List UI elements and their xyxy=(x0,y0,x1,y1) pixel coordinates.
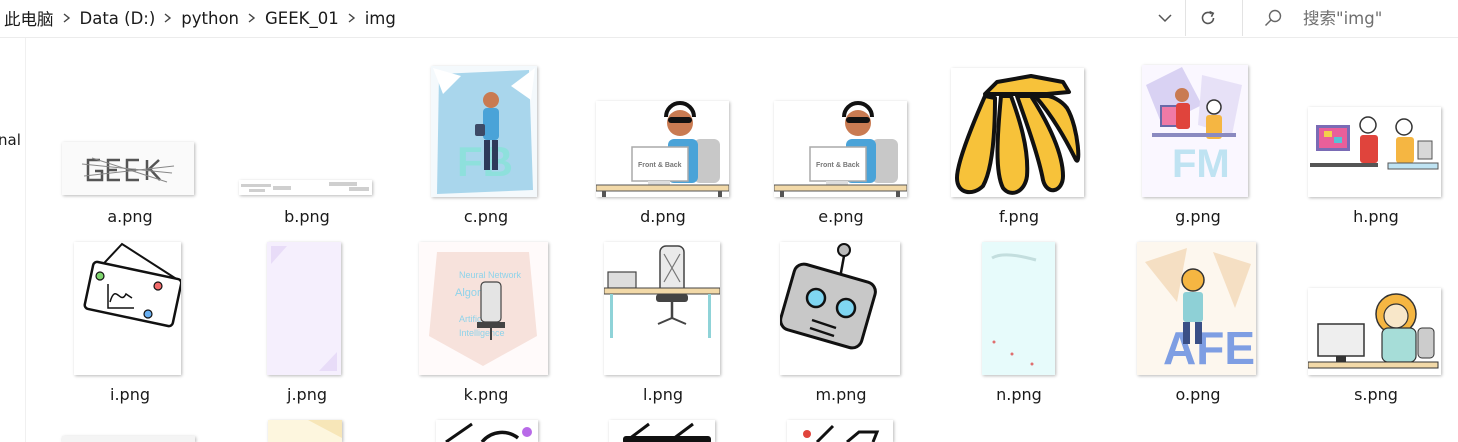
search-input[interactable] xyxy=(1303,8,1453,28)
thumbnail-caption: Front & Back xyxy=(816,162,860,169)
file-thumbnail xyxy=(74,242,181,375)
file-thumbnail-partial[interactable] xyxy=(268,420,342,442)
file-name: b.png xyxy=(284,207,330,226)
divider xyxy=(0,37,1458,38)
file-name: n.png xyxy=(996,385,1042,404)
file-name: j.png xyxy=(287,385,327,404)
file-thumbnail: Front & Back xyxy=(596,101,729,197)
file-thumbnail xyxy=(1308,107,1441,197)
file-item-f[interactable]: f.png xyxy=(930,56,1108,232)
svg-text:AFE: AFE xyxy=(1163,322,1255,374)
history-dropdown-button[interactable] xyxy=(1147,0,1183,36)
file-thumbnail-partial[interactable] xyxy=(609,420,715,442)
file-thumbnail xyxy=(982,242,1055,375)
file-thumbnail-partial[interactable] xyxy=(436,420,538,442)
file-item-e[interactable]: Front & Back e.png xyxy=(752,56,930,232)
file-thumbnail xyxy=(267,242,341,375)
file-name: i.png xyxy=(110,385,150,404)
file-name: g.png xyxy=(1175,207,1221,226)
file-thumbnail: FM xyxy=(1142,65,1248,197)
file-thumbnail xyxy=(951,68,1084,197)
file-name: s.png xyxy=(1354,385,1398,404)
chevron-right-icon[interactable] xyxy=(155,3,181,33)
chevron-right-icon[interactable] xyxy=(339,3,365,33)
file-name: a.png xyxy=(107,207,153,226)
file-name: o.png xyxy=(1175,385,1221,404)
file-item-j[interactable]: j.png xyxy=(218,234,396,410)
svg-text:FM: FM xyxy=(1172,142,1230,186)
file-name: k.png xyxy=(463,385,509,404)
file-explorer-window: 此电脑 Data (D:) python GEEK_01 img nal a.p… xyxy=(0,0,1458,442)
chevron-right-icon[interactable] xyxy=(239,3,265,33)
file-item-d[interactable]: Front & Back d.png xyxy=(574,56,752,232)
file-thumbnail xyxy=(239,180,372,195)
file-name: f.png xyxy=(998,207,1039,226)
file-name: h.png xyxy=(1353,207,1399,226)
file-item-m[interactable]: m.png xyxy=(752,234,930,410)
breadcrumb-data-drive[interactable]: Data (D:) xyxy=(80,9,156,28)
file-item-b[interactable]: b.png xyxy=(218,56,396,232)
refresh-button[interactable] xyxy=(1185,0,1229,36)
file-thumbnail: Neural Network Algorithm Artificial Inte… xyxy=(419,242,548,375)
refresh-icon xyxy=(1201,10,1214,25)
breadcrumb-img[interactable]: img xyxy=(365,9,396,28)
file-name: m.png xyxy=(815,385,867,404)
file-thumbnail-partial[interactable] xyxy=(62,436,195,442)
file-item-c[interactable]: FB c.png xyxy=(397,56,575,232)
file-item-l[interactable]: l.png xyxy=(574,234,752,410)
file-item-k[interactable]: Neural Network Algorithm Artificial Inte… xyxy=(397,234,575,410)
file-name: l.png xyxy=(643,385,683,404)
file-item-n[interactable]: n.png xyxy=(930,234,1108,410)
file-thumbnail xyxy=(780,242,900,375)
svg-text:Neural Network: Neural Network xyxy=(459,270,522,280)
search-icon xyxy=(1263,8,1287,28)
file-thumbnail: Front & Back xyxy=(774,101,907,197)
navigation-pane[interactable]: nal xyxy=(0,38,26,442)
file-thumbnail xyxy=(1308,288,1441,375)
breadcrumb-geek-01[interactable]: GEEK_01 xyxy=(265,9,339,28)
chevron-right-icon[interactable] xyxy=(54,3,80,33)
address-bar[interactable]: 此电脑 Data (D:) python GEEK_01 img xyxy=(0,0,1232,36)
file-item-i[interactable]: i.png xyxy=(41,234,219,410)
nav-item-label[interactable]: nal xyxy=(0,131,21,149)
file-thumbnail xyxy=(604,242,720,375)
file-thumbnail xyxy=(62,142,194,195)
search-box[interactable] xyxy=(1242,0,1458,36)
file-item-a[interactable]: a.png xyxy=(41,56,219,232)
file-thumbnail: AFE xyxy=(1137,242,1256,375)
file-name: d.png xyxy=(640,207,686,226)
file-item-g[interactable]: FM g.png xyxy=(1109,56,1287,232)
file-item-o[interactable]: AFE o.png xyxy=(1109,234,1287,410)
breadcrumb-this-pc[interactable]: 此电脑 xyxy=(4,6,54,30)
file-item-h[interactable]: h.png xyxy=(1287,56,1458,232)
breadcrumb-python[interactable]: python xyxy=(181,9,239,28)
file-thumbnail: FB xyxy=(431,66,537,197)
file-item-s[interactable]: s.png xyxy=(1287,234,1458,410)
file-name: e.png xyxy=(818,207,864,226)
file-thumbnail-partial[interactable] xyxy=(787,420,893,442)
thumbnail-caption: Front & Back xyxy=(638,162,682,169)
file-name: c.png xyxy=(463,207,509,226)
chevron-down-icon xyxy=(1158,14,1172,23)
svg-text:Intelligence: Intelligence xyxy=(459,328,505,338)
